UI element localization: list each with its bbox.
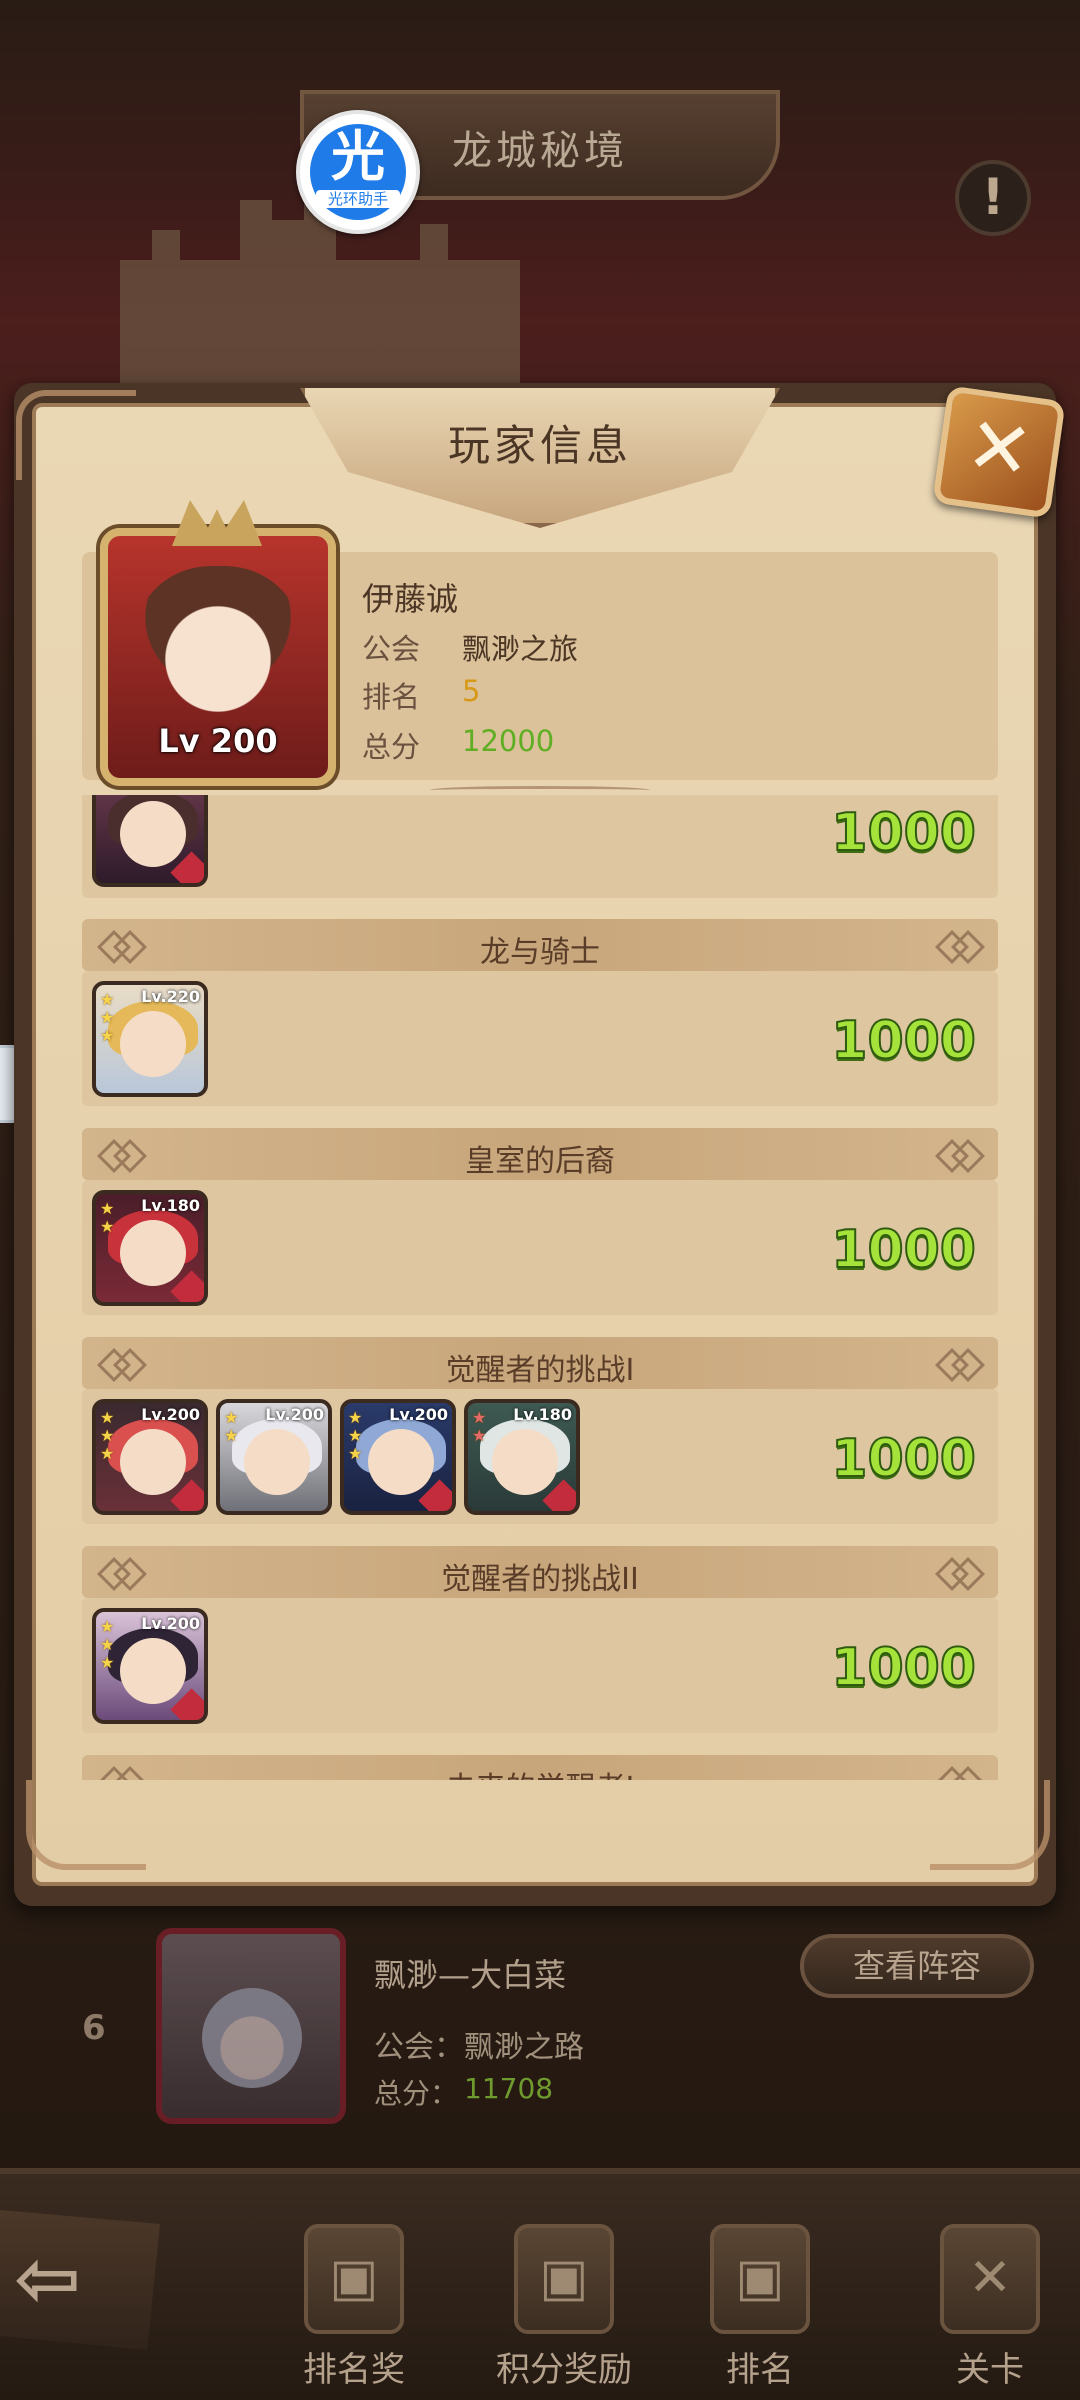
nav-rank-reward[interactable]: ▣ 排名奖 [264, 2200, 444, 2400]
hero-portrait[interactable]: ★ ★ Lv.180 [464, 1399, 580, 1515]
hero-level: Lv.200 [389, 1405, 448, 1424]
divider-ornament [430, 786, 650, 794]
corner-ornament [26, 1780, 146, 1870]
hero-level: Lv.180 [513, 1405, 572, 1424]
corner-ornament [930, 1780, 1050, 1870]
hero-stars-icon: ★ ★ [472, 1408, 487, 1445]
hero-stars-icon: ★ ★ ★ [100, 1617, 115, 1672]
stage-header: 皇室的后裔 [82, 1128, 998, 1180]
diamond-ornament-icon [936, 1768, 982, 1780]
hero-level: Lv.220 [141, 987, 200, 1006]
stage-score: 1000 [830, 1637, 977, 1699]
hero-face [120, 1220, 186, 1286]
nav-ranking[interactable]: ▣ 排名 [670, 2200, 850, 2400]
helper-logo-icon: 光 光环助手 [310, 124, 406, 220]
nav-label: 关卡 [956, 2350, 1024, 2390]
nav-stages[interactable]: ✕ 关卡 [900, 2200, 1080, 2400]
stages-icon: ✕ [940, 2224, 1040, 2334]
player-level: Lv 200 [158, 722, 278, 760]
player-avatar: Lv 200 [100, 500, 336, 786]
ranking-icon: ▣ [710, 2224, 810, 2334]
helper-label: 光环助手 [316, 190, 400, 208]
stage-header: 觉醒者的挑战II [82, 1546, 998, 1598]
rank-reward-icon: ▣ [304, 2224, 404, 2334]
view-lineup-button[interactable]: 查看阵容 [800, 1934, 1034, 1998]
nav-points-reward[interactable]: ▣ 积分奖励 [474, 2200, 654, 2400]
rank-value: 5 [462, 674, 481, 708]
avatar-portrait [136, 566, 300, 716]
hero-level: Lv.180 [141, 1196, 200, 1215]
stage-row: ★ ★ ★ Lv.200 1000 [82, 1598, 998, 1733]
hero-portrait[interactable]: ★ ★ ★ Lv.200 [340, 1399, 456, 1515]
nav-label: 积分奖励 [496, 2350, 632, 2390]
hero-face [120, 1011, 186, 1077]
entry-score: 11708 [464, 2072, 554, 2105]
stage-row: 1000 [82, 795, 998, 898]
hero-level: Lv.200 [265, 1405, 324, 1424]
points-reward-icon: ▣ [514, 2224, 614, 2334]
rank-label: 排名 [362, 680, 421, 714]
stage-name: 皇室的后裔 [465, 1144, 615, 1179]
diamond-ornament-icon [936, 1350, 982, 1376]
stage-name: 龙与骑士 [480, 935, 600, 970]
stage-score: 1000 [830, 802, 977, 864]
diamond-ornament-icon [936, 1559, 982, 1585]
entry-rank: 6 [82, 2008, 106, 2048]
hero-face [120, 1638, 186, 1704]
score-value: 12000 [462, 724, 555, 758]
stage-name: 觉醒者的挑战I [445, 1353, 635, 1388]
stage-score-list[interactable]: 1000 龙与骑士 ★ ★ ★ Lv.220 1000 皇室的后裔 ★ ★ Lv.18… [82, 795, 998, 1780]
score-label: 总分 [362, 730, 421, 764]
diamond-ornament-icon [936, 1141, 982, 1167]
diamond-ornament-icon [936, 932, 982, 958]
stage-score: 1000 [830, 1428, 977, 1490]
back-arrow-icon: ⇦ [14, 2232, 82, 2325]
hero-stars-icon: ★ ★ [100, 1199, 115, 1236]
player-name: 伊藤诚 [362, 580, 459, 618]
stage-name: 觉醒者的挑战II [441, 1562, 639, 1597]
guild-value: 飘渺之旅 [462, 632, 579, 666]
hero-face [492, 1429, 558, 1495]
stage-row: ★ ★ ★ Lv.220 1000 [82, 971, 998, 1106]
hero-portrait[interactable]: ★ ★ ★ Lv.200 [92, 1608, 208, 1724]
hero-portrait[interactable]: ★ ★ Lv.180 [92, 1190, 208, 1306]
hero-stars-icon: ★ ★ ★ [348, 1408, 363, 1463]
hero-stars-icon: ★ ★ [224, 1408, 239, 1445]
hero-level: Lv.200 [141, 1405, 200, 1424]
stage-row: ★ ★ ★ Lv.200 ★ ★ Lv.200 ★ ★ ★ Lv.200 ★ ★ Lv.18… [82, 1389, 998, 1524]
entry-guild: 公会：飘渺之路 [374, 2030, 584, 2065]
hero-stars-icon: ★ ★ ★ [100, 990, 115, 1045]
hero-level: Lv.200 [141, 1614, 200, 1633]
hero-face [244, 1429, 310, 1495]
hero-portrait[interactable]: ★ ★ ★ Lv.220 [92, 981, 208, 1097]
stage-header: 龙与骑士 [82, 919, 998, 971]
guild-label: 公会 [362, 632, 421, 666]
hero-face [120, 801, 186, 867]
hero-face [368, 1429, 434, 1495]
entry-name: 飘渺—大白菜 [374, 1956, 567, 1994]
hero-face [120, 1429, 186, 1495]
stage-row: ★ ★ Lv.180 1000 [82, 1180, 998, 1315]
stage-header: 未来的觉醒者I [82, 1755, 998, 1780]
helper-assistant-badge[interactable]: 光 光环助手 [296, 110, 420, 234]
hero-portrait[interactable]: ★ ★ ★ Lv.200 [92, 1399, 208, 1515]
stage-header: 觉醒者的挑战I [82, 1337, 998, 1389]
modal-title: 玩家信息 [447, 421, 632, 470]
helper-glyph: 光 [331, 125, 385, 188]
hero-portrait[interactable] [92, 795, 208, 887]
stage-score: 1000 [830, 1010, 977, 1072]
close-icon[interactable]: ✕ [932, 385, 1066, 519]
info-icon[interactable]: ! [955, 160, 1031, 236]
hero-portrait[interactable]: ★ ★ Lv.200 [216, 1399, 332, 1515]
stage-name: 未来的觉醒者I [82, 1763, 998, 1780]
nav-label: 排名 [726, 2350, 794, 2390]
stage-score: 1000 [830, 1219, 977, 1281]
entry-avatar[interactable] [156, 1928, 346, 2124]
entry-score-label: 总分： [374, 2077, 459, 2110]
corner-ornament [16, 390, 136, 480]
nav-label: 排名奖 [303, 2350, 405, 2390]
avatar-portrait [202, 1988, 302, 2088]
hero-stars-icon: ★ ★ ★ [100, 1408, 115, 1463]
